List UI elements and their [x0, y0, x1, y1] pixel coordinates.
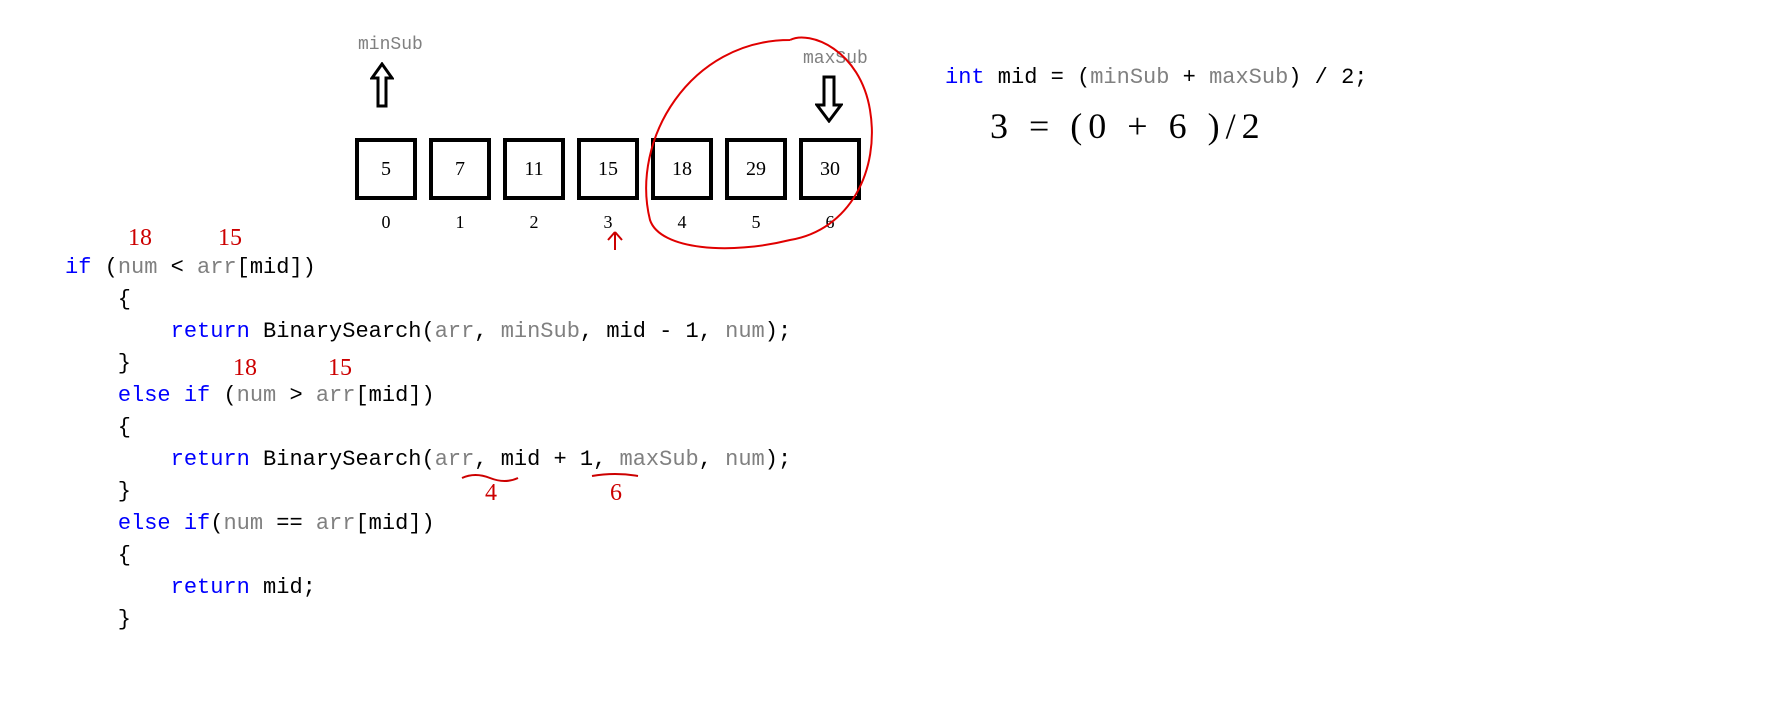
handwriting-red-18-top: 18: [128, 225, 152, 252]
array-cell-3: 15: [577, 138, 639, 200]
paren: (: [210, 383, 236, 408]
brace: {: [65, 543, 131, 568]
brace: }: [65, 351, 131, 376]
id-mid: mid: [369, 511, 409, 536]
brace: }: [65, 607, 131, 632]
bracket: [: [237, 255, 250, 280]
comma: ,: [699, 447, 725, 472]
array-index-4: 4: [651, 212, 713, 233]
indent: [65, 319, 171, 344]
id-maxsub: maxSub: [620, 447, 699, 472]
paren-close: );: [765, 319, 791, 344]
id-maxsub: maxSub: [1209, 65, 1288, 90]
label-minsub: minSub: [358, 35, 423, 55]
txt-rest: ) / 2;: [1288, 65, 1367, 90]
id-num: num: [725, 319, 765, 344]
red-pointer-under-3: [600, 230, 630, 258]
bracket-close: ]): [408, 511, 434, 536]
txt-plus: +: [1169, 65, 1209, 90]
comma: ,: [474, 447, 500, 472]
handwriting-red-6: 6: [610, 480, 622, 507]
array-index-2: 2: [503, 212, 565, 233]
id-mid: mid: [369, 383, 409, 408]
indent: [65, 511, 118, 536]
bracket: [: [355, 383, 368, 408]
array-cell-1: 7: [429, 138, 491, 200]
id-minsub: minSub: [1090, 65, 1169, 90]
code-left: if (num < arr[mid]) { return BinarySearc…: [65, 252, 791, 636]
array-index-5: 5: [725, 212, 787, 233]
array-index-1: 1: [429, 212, 491, 233]
id-num: num: [237, 383, 277, 408]
arrow-down-icon: [815, 75, 843, 123]
kw-return: return: [171, 575, 250, 600]
kw-return: return: [171, 447, 250, 472]
id-arr: arr: [197, 255, 237, 280]
id-mid: mid: [250, 255, 290, 280]
id-arr: arr: [435, 319, 475, 344]
sp: [250, 447, 263, 472]
paren: (: [91, 255, 117, 280]
op-gt: >: [276, 383, 316, 408]
paren: (: [421, 447, 434, 472]
id-arr: arr: [435, 447, 475, 472]
comma: ,: [699, 319, 725, 344]
comma: ,: [474, 319, 500, 344]
brace: {: [65, 287, 131, 312]
txt-mideq: mid = (: [985, 65, 1091, 90]
array-cell-0: 5: [355, 138, 417, 200]
kw-int: int: [945, 65, 985, 90]
bracket-close: ]): [289, 255, 315, 280]
kw-elseif: else if: [118, 383, 210, 408]
handwriting-red-15-mid: 15: [328, 355, 352, 382]
sp: [250, 575, 263, 600]
id-mid: mid: [263, 575, 303, 600]
label-maxsub: maxSub: [803, 49, 868, 69]
expr-midm1: mid - 1: [606, 319, 698, 344]
code-right-mid: int mid = (minSub + maxSub) / 2;: [945, 65, 1368, 90]
handwriting-red-15-top: 15: [218, 225, 242, 252]
handwriting-red-4: 4: [485, 480, 497, 507]
semi: ;: [303, 575, 316, 600]
array-cell-2: 11: [503, 138, 565, 200]
op-eq: ==: [263, 511, 316, 536]
fn-binarysearch: BinarySearch: [263, 447, 421, 472]
array-index-6: 6: [799, 212, 861, 233]
array-cell-4: 18: [651, 138, 713, 200]
id-num: num: [118, 255, 158, 280]
handwriting-calc: 3 = (0 + 6 )/2: [990, 105, 1266, 147]
array-cells: 5 7 11 15 18 29 30: [355, 138, 861, 200]
paren-close: );: [765, 447, 791, 472]
brace: }: [65, 479, 131, 504]
id-num: num: [223, 511, 263, 536]
brace: {: [65, 415, 131, 440]
id-minsub: minSub: [501, 319, 580, 344]
expr-midp1: mid + 1: [501, 447, 593, 472]
indent: [65, 447, 171, 472]
sp: [250, 319, 263, 344]
array-index-0: 0: [355, 212, 417, 233]
kw-elseif: else if: [118, 511, 210, 536]
array-cell-5: 29: [725, 138, 787, 200]
op-lt: <: [157, 255, 197, 280]
indent: [65, 575, 171, 600]
paren: (: [210, 511, 223, 536]
handwriting-red-18-mid: 18: [233, 355, 257, 382]
indent: [65, 383, 118, 408]
arrow-up-icon: [370, 62, 394, 110]
array-cell-6: 30: [799, 138, 861, 200]
bracket: [: [355, 511, 368, 536]
fn-binarysearch: BinarySearch: [263, 319, 421, 344]
id-num: num: [725, 447, 765, 472]
id-arr: arr: [316, 383, 356, 408]
id-arr: arr: [316, 511, 356, 536]
comma: ,: [580, 319, 606, 344]
bracket-close: ]): [408, 383, 434, 408]
paren: (: [421, 319, 434, 344]
kw-return: return: [171, 319, 250, 344]
kw-if: if: [65, 255, 91, 280]
comma: ,: [593, 447, 619, 472]
